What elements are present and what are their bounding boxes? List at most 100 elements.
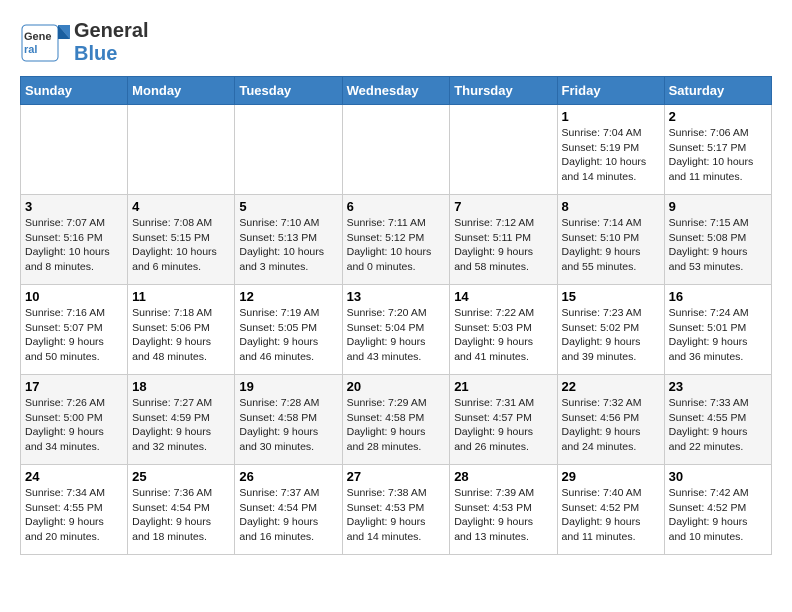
day-info: Sunrise: 7:11 AM Sunset: 5:12 PM Dayligh… [347, 216, 446, 275]
calendar-day-cell: 18 Sunrise: 7:27 AM Sunset: 4:59 PM Dayli… [128, 375, 235, 465]
day-info: Sunrise: 7:22 AM Sunset: 5:03 PM Dayligh… [454, 306, 552, 365]
calendar-day-cell [21, 105, 128, 195]
logo: Gene ral General Blue [20, 20, 149, 66]
weekday-header: Monday [128, 77, 235, 105]
calendar-day-cell: 5 Sunrise: 7:10 AM Sunset: 5:13 PM Daylig… [235, 195, 342, 285]
day-info: Sunrise: 7:06 AM Sunset: 5:17 PM Dayligh… [669, 126, 767, 185]
weekday-header: Thursday [450, 77, 557, 105]
calendar-day-cell: 12Sunrise: 7:19 AM Sunset: 5:05 PM Dayli… [235, 285, 342, 375]
day-info: Sunrise: 7:14 AM Sunset: 5:10 PM Dayligh… [562, 216, 660, 275]
day-info: Sunrise: 7:37 AM Sunset: 4:54 PM Dayligh… [239, 486, 337, 545]
weekday-header: Saturday [664, 77, 771, 105]
day-number: 14 [454, 289, 552, 304]
day-number: 19 [239, 379, 337, 394]
calendar-day-cell: 6 Sunrise: 7:11 AM Sunset: 5:12 PM Daylig… [342, 195, 450, 285]
logo-svg: Gene ral [20, 23, 70, 63]
calendar-day-cell: 19 Sunrise: 7:28 AM Sunset: 4:58 PM Dayli… [235, 375, 342, 465]
day-number: 21 [454, 379, 552, 394]
calendar-day-cell: 27 Sunrise: 7:38 AM Sunset: 4:53 PM Dayli… [342, 465, 450, 555]
day-number: 24 [25, 469, 123, 484]
day-info: Sunrise: 7:04 AM Sunset: 5:19 PM Dayligh… [562, 126, 660, 185]
calendar-day-cell: 25 Sunrise: 7:36 AM Sunset: 4:54 PM Dayli… [128, 465, 235, 555]
calendar-day-cell [128, 105, 235, 195]
calendar-table: SundayMondayTuesdayWednesdayThursdayFrid… [20, 76, 772, 555]
calendar-day-cell [342, 105, 450, 195]
calendar-day-cell: 16Sunrise: 7:24 AM Sunset: 5:01 PM Dayli… [664, 285, 771, 375]
calendar-day-cell: 7Sunrise: 7:12 AM Sunset: 5:11 PM Daylig… [450, 195, 557, 285]
svg-text:ral: ral [24, 44, 37, 56]
calendar-week-row: 24 Sunrise: 7:34 AM Sunset: 4:55 PM Dayli… [21, 465, 772, 555]
day-number: 13 [347, 289, 446, 304]
weekday-header-row: SundayMondayTuesdayWednesdayThursdayFrid… [21, 77, 772, 105]
calendar-day-cell: 8 Sunrise: 7:14 AM Sunset: 5:10 PM Daylig… [557, 195, 664, 285]
day-info: Sunrise: 7:34 AM Sunset: 4:55 PM Dayligh… [25, 486, 123, 545]
day-info: Sunrise: 7:18 AM Sunset: 5:06 PM Dayligh… [132, 306, 230, 365]
calendar-day-cell: 1 Sunrise: 7:04 AM Sunset: 5:19 PM Daylig… [557, 105, 664, 195]
day-info: Sunrise: 7:36 AM Sunset: 4:54 PM Dayligh… [132, 486, 230, 545]
calendar-day-cell: 22Sunrise: 7:32 AM Sunset: 4:56 PM Dayli… [557, 375, 664, 465]
weekday-header: Wednesday [342, 77, 450, 105]
day-number: 7 [454, 199, 552, 214]
weekday-header: Tuesday [235, 77, 342, 105]
day-number: 29 [562, 469, 660, 484]
calendar-day-cell: 15 Sunrise: 7:23 AM Sunset: 5:02 PM Dayli… [557, 285, 664, 375]
calendar-day-cell: 2Sunrise: 7:06 AM Sunset: 5:17 PM Daylig… [664, 105, 771, 195]
calendar-day-cell: 14 Sunrise: 7:22 AM Sunset: 5:03 PM Dayli… [450, 285, 557, 375]
day-number: 18 [132, 379, 230, 394]
day-info: Sunrise: 7:42 AM Sunset: 4:52 PM Dayligh… [669, 486, 767, 545]
day-number: 8 [562, 199, 660, 214]
day-info: Sunrise: 7:27 AM Sunset: 4:59 PM Dayligh… [132, 396, 230, 455]
day-info: Sunrise: 7:20 AM Sunset: 5:04 PM Dayligh… [347, 306, 446, 365]
day-info: Sunrise: 7:38 AM Sunset: 4:53 PM Dayligh… [347, 486, 446, 545]
day-number: 27 [347, 469, 446, 484]
day-number: 3 [25, 199, 123, 214]
day-info: Sunrise: 7:23 AM Sunset: 5:02 PM Dayligh… [562, 306, 660, 365]
day-number: 15 [562, 289, 660, 304]
calendar-day-cell: 21 Sunrise: 7:31 AM Sunset: 4:57 PM Dayli… [450, 375, 557, 465]
weekday-header: Friday [557, 77, 664, 105]
day-number: 30 [669, 469, 767, 484]
calendar-week-row: 3 Sunrise: 7:07 AM Sunset: 5:16 PM Daylig… [21, 195, 772, 285]
day-number: 20 [347, 379, 446, 394]
day-info: Sunrise: 7:10 AM Sunset: 5:13 PM Dayligh… [239, 216, 337, 275]
day-number: 9 [669, 199, 767, 214]
calendar-week-row: 1 Sunrise: 7:04 AM Sunset: 5:19 PM Daylig… [21, 105, 772, 195]
calendar-day-cell: 11Sunrise: 7:18 AM Sunset: 5:06 PM Dayli… [128, 285, 235, 375]
day-info: Sunrise: 7:24 AM Sunset: 5:01 PM Dayligh… [669, 306, 767, 365]
day-info: Sunrise: 7:08 AM Sunset: 5:15 PM Dayligh… [132, 216, 230, 275]
logo-blue-text: Blue [74, 43, 117, 65]
day-info: Sunrise: 7:28 AM Sunset: 4:58 PM Dayligh… [239, 396, 337, 455]
day-info: Sunrise: 7:26 AM Sunset: 5:00 PM Dayligh… [25, 396, 123, 455]
day-number: 25 [132, 469, 230, 484]
day-info: Sunrise: 7:07 AM Sunset: 5:16 PM Dayligh… [25, 216, 123, 275]
day-number: 17 [25, 379, 123, 394]
day-number: 12 [239, 289, 337, 304]
day-info: Sunrise: 7:16 AM Sunset: 5:07 PM Dayligh… [25, 306, 123, 365]
svg-text:Gene: Gene [24, 31, 52, 43]
calendar-day-cell: 17 Sunrise: 7:26 AM Sunset: 5:00 PM Dayli… [21, 375, 128, 465]
calendar-day-cell: 23Sunrise: 7:33 AM Sunset: 4:55 PM Dayli… [664, 375, 771, 465]
calendar-day-cell: 4Sunrise: 7:08 AM Sunset: 5:15 PM Daylig… [128, 195, 235, 285]
day-info: Sunrise: 7:40 AM Sunset: 4:52 PM Dayligh… [562, 486, 660, 545]
calendar-day-cell: 13 Sunrise: 7:20 AM Sunset: 5:04 PM Dayli… [342, 285, 450, 375]
day-number: 6 [347, 199, 446, 214]
calendar-week-row: 10 Sunrise: 7:16 AM Sunset: 5:07 PM Dayli… [21, 285, 772, 375]
day-number: 22 [562, 379, 660, 394]
weekday-header: Sunday [21, 77, 128, 105]
day-number: 5 [239, 199, 337, 214]
day-info: Sunrise: 7:15 AM Sunset: 5:08 PM Dayligh… [669, 216, 767, 275]
day-info: Sunrise: 7:39 AM Sunset: 4:53 PM Dayligh… [454, 486, 552, 545]
calendar-day-cell [235, 105, 342, 195]
calendar-day-cell: 20Sunrise: 7:29 AM Sunset: 4:58 PM Dayli… [342, 375, 450, 465]
calendar-week-row: 17 Sunrise: 7:26 AM Sunset: 5:00 PM Dayli… [21, 375, 772, 465]
day-number: 1 [562, 109, 660, 124]
calendar-day-cell: 3 Sunrise: 7:07 AM Sunset: 5:16 PM Daylig… [21, 195, 128, 285]
calendar-day-cell: 28 Sunrise: 7:39 AM Sunset: 4:53 PM Dayli… [450, 465, 557, 555]
calendar-day-cell [450, 105, 557, 195]
logo-general-text: Gene [74, 20, 124, 42]
page-header: Gene ral General Blue [20, 20, 772, 66]
day-number: 28 [454, 469, 552, 484]
day-number: 10 [25, 289, 123, 304]
day-info: Sunrise: 7:33 AM Sunset: 4:55 PM Dayligh… [669, 396, 767, 455]
day-info: Sunrise: 7:31 AM Sunset: 4:57 PM Dayligh… [454, 396, 552, 455]
